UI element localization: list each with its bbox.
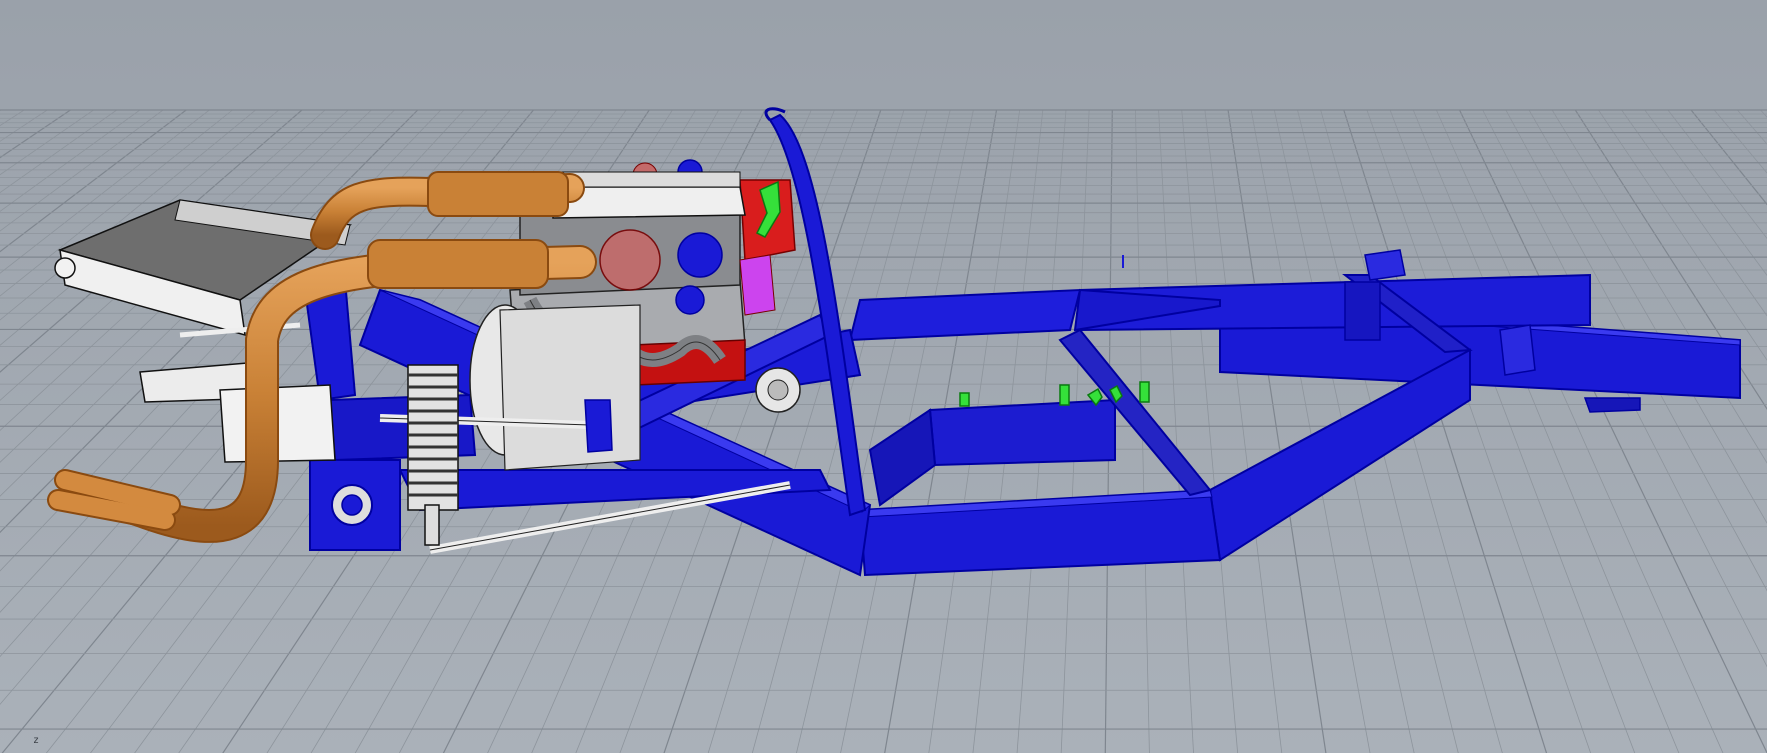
3d-viewport[interactable]: z [0, 0, 1767, 753]
world-axis-label: z [33, 735, 40, 746]
scene-canvas[interactable] [0, 0, 1767, 753]
